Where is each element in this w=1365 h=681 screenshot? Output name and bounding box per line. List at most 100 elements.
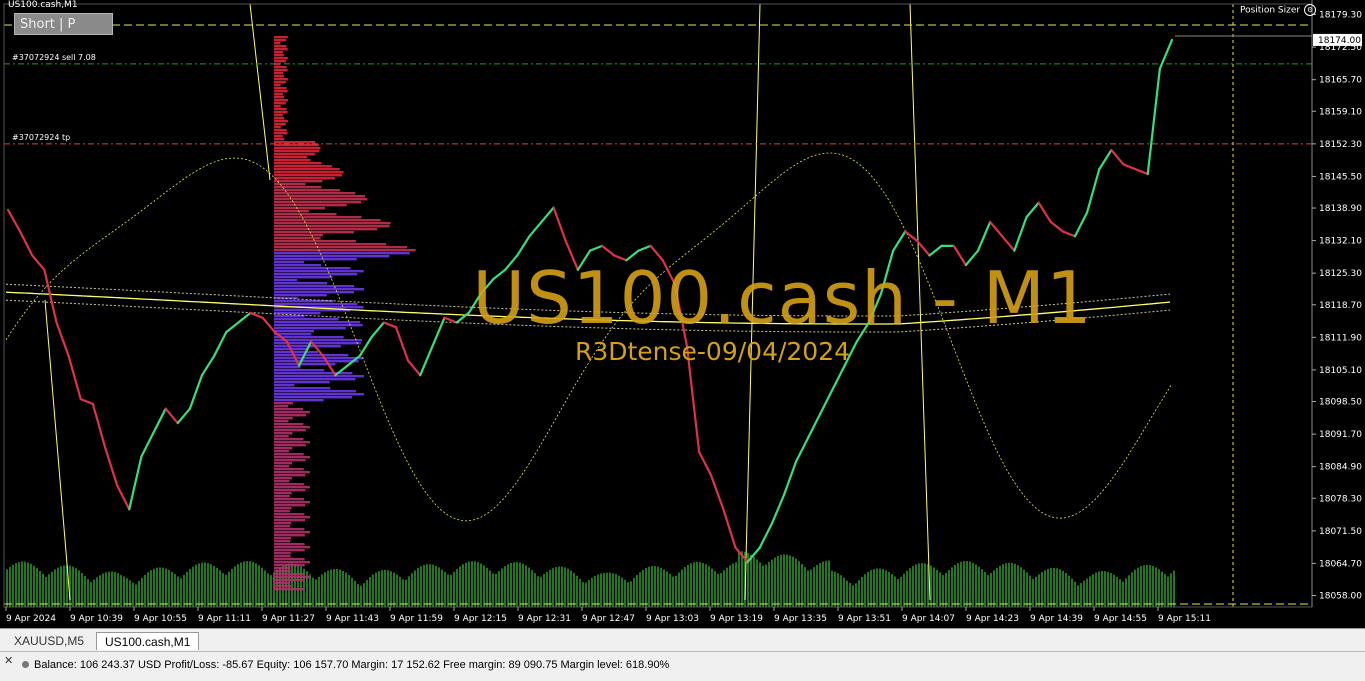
volume-bar [1170, 573, 1172, 607]
profile-bar [274, 57, 288, 60]
profile-bar [274, 219, 381, 222]
volume-bar [627, 582, 629, 607]
volume-bar [1086, 578, 1088, 607]
volume-bar [1044, 570, 1046, 607]
volume-bar [1035, 576, 1037, 607]
profile-bar [274, 588, 305, 591]
volume-bar [132, 582, 134, 607]
chart-tabbar: XAUUSD,M5 US100.cash,M1 [0, 628, 1365, 651]
time-tick-label: 9 Apr 14:23 [966, 614, 1019, 624]
profile-bar [274, 576, 310, 579]
volume-bar [738, 551, 740, 607]
volume-bar [819, 563, 821, 607]
tab-us100[interactable]: US100.cash,M1 [96, 632, 200, 650]
close-icon[interactable]: ✕ [4, 654, 13, 667]
price-segment [1025, 201, 1040, 219]
volume-bar [456, 568, 458, 607]
volume-bar [120, 574, 122, 607]
price-segment [188, 374, 204, 410]
volume-bar [15, 563, 17, 607]
profile-bar [274, 558, 305, 561]
volume-bar [993, 570, 995, 607]
price-segment [91, 402, 107, 449]
volume-bar [645, 568, 647, 607]
volume-bar [630, 581, 632, 607]
short-panel[interactable]: Short | P [14, 13, 113, 35]
volume-bar [447, 574, 449, 607]
volume-bar [915, 564, 917, 607]
time-tick-label: 9 Apr 13:51 [838, 614, 891, 624]
volume-bar [90, 582, 92, 607]
volume-bar [372, 574, 374, 607]
volume-bar [933, 567, 935, 607]
profile-bar [274, 477, 292, 480]
profile-bar [274, 486, 310, 489]
volume-bar [1143, 565, 1145, 607]
chart-area[interactable]: #37072924 sell 7.08 #37072924 tp 18179.30… [0, 0, 1365, 628]
price-tick-label: 18058.00 [1319, 592, 1362, 602]
volume-bar [807, 570, 809, 607]
volume-bar [765, 564, 767, 607]
volume-bar [1122, 581, 1124, 607]
volume-bar [609, 572, 611, 607]
volume-bar [786, 554, 788, 607]
price-segment [128, 455, 143, 511]
volume-bar [726, 567, 728, 607]
price-segment [1098, 148, 1113, 171]
volume-bar [483, 565, 485, 607]
volume-bar [672, 576, 674, 607]
volume-bar [183, 574, 185, 607]
price-tick-label: 18084.90 [1319, 463, 1362, 473]
volume-bar [906, 570, 908, 607]
volume-bar [129, 580, 131, 607]
volume-bar [18, 561, 20, 607]
volume-bar [684, 567, 686, 607]
volume-bar [513, 562, 515, 607]
volume-bar [12, 564, 14, 607]
profile-bar [274, 54, 284, 57]
profile-bar [274, 525, 291, 528]
profile-bar [274, 537, 292, 540]
price-tick-label: 18145.50 [1319, 172, 1362, 182]
volume-bar [768, 561, 770, 607]
price-segment [1086, 168, 1101, 214]
volume-bar [264, 570, 266, 607]
profile-bar [274, 207, 326, 210]
volume-bar [108, 571, 110, 607]
profile-bar [274, 189, 340, 192]
volume-bar [618, 575, 620, 607]
volume-bar [537, 576, 539, 607]
volume-bar [33, 565, 35, 607]
volume-bar [1056, 568, 1058, 607]
volume-bar [510, 562, 512, 607]
volume-bar [849, 582, 851, 607]
price-segment [758, 522, 773, 549]
volume-bar [144, 574, 146, 607]
profile-bar [274, 435, 289, 438]
time-tick-label: 9 Apr 11:27 [262, 614, 315, 624]
volume-bar [966, 561, 968, 607]
volume-bar [543, 574, 545, 607]
volume-bar [231, 568, 233, 607]
tab-xauusd[interactable]: XAUUSD,M5 [6, 632, 92, 650]
volume-bar [1083, 580, 1085, 607]
profile-bar [274, 186, 322, 189]
volume-bar [255, 563, 257, 607]
volume-bar [654, 566, 656, 607]
profile-bar [274, 84, 281, 87]
volume-bar [597, 574, 599, 607]
status-bar: ✕ Balance: 106 243.37 USD Profit/Loss: -… [0, 651, 1365, 681]
volume-bar [909, 568, 911, 607]
volume-bar [1131, 572, 1133, 607]
volume-bar [207, 563, 209, 607]
gear-icon[interactable]: ⚙ [1304, 4, 1317, 16]
tab-label: XAUUSD,M5 [14, 634, 85, 648]
volume-bar [1116, 576, 1118, 607]
position-sizer[interactable]: Position Sizer ⚙ [1240, 4, 1317, 16]
volume-bar [351, 577, 353, 607]
volume-bar [222, 573, 224, 607]
profile-bar [274, 534, 305, 537]
volume-bar [147, 572, 149, 607]
volume-bar [918, 563, 920, 607]
profile-bar [274, 399, 324, 402]
